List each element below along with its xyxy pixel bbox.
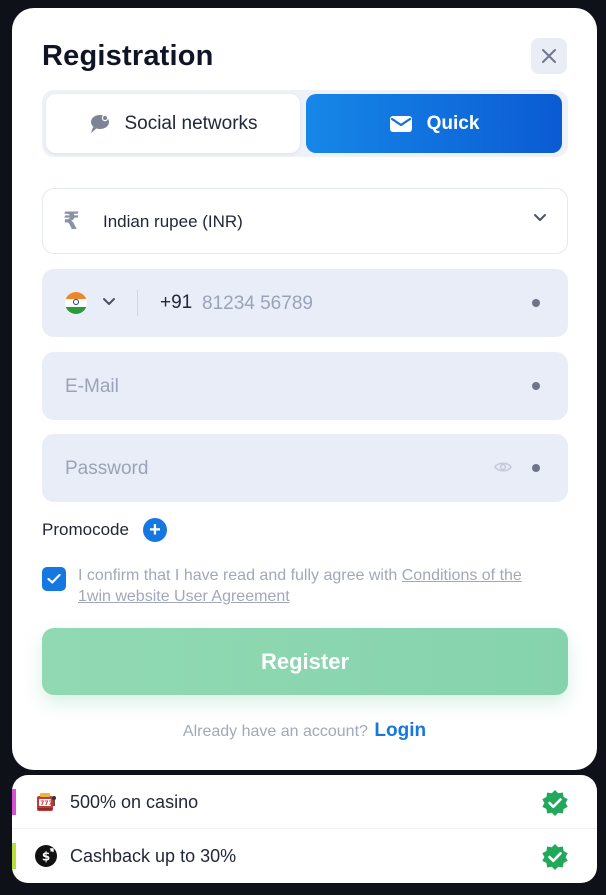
- bonus-label: 500% on casino: [70, 792, 199, 812]
- agreement-text: I confirm that I have read and fully agr…: [78, 565, 558, 607]
- checkmark-icon: [47, 573, 61, 584]
- bonus-label: Cashback up to 30%: [70, 846, 237, 866]
- country-chevron-down-icon[interactable]: [102, 297, 116, 307]
- eye-icon[interactable]: [494, 460, 512, 474]
- register-button[interactable]: Register: [42, 628, 568, 695]
- envelope-icon: [389, 115, 412, 132]
- tab-social-networks[interactable]: Social networks: [46, 94, 300, 153]
- login-link[interactable]: Login: [374, 720, 426, 741]
- india-flag-icon[interactable]: [65, 292, 87, 314]
- phone-input[interactable]: [202, 291, 502, 317]
- bonus-accent-bar: [12, 843, 16, 869]
- bonus-panel: 777 500% on casino $ Cashback up to 30%: [12, 775, 597, 883]
- bonus-item: $ Cashback up to 30%: [12, 829, 597, 883]
- svg-text:$: $: [42, 850, 50, 864]
- required-dot-icon: [532, 464, 540, 472]
- email-input[interactable]: [65, 374, 505, 400]
- verified-check-icon: [542, 844, 568, 870]
- bonus-accent-bar: [12, 789, 16, 815]
- required-dot-icon: [532, 382, 540, 390]
- password-field: [42, 434, 568, 502]
- password-input[interactable]: [65, 456, 465, 482]
- tab-social-label: Social networks: [124, 112, 258, 134]
- email-field: [42, 352, 568, 420]
- rupee-icon: ₹: [63, 208, 80, 235]
- cashback-icon: $: [35, 845, 57, 867]
- chat-bubble-icon: [91, 114, 110, 133]
- currency-select[interactable]: ₹ Indian rupee (INR): [42, 188, 568, 254]
- verified-check-icon: [542, 790, 568, 816]
- bonus-item: 777 500% on casino: [12, 775, 597, 829]
- promocode-label: Promocode: [42, 520, 129, 539]
- close-icon: [542, 49, 556, 63]
- phone-field: +91: [42, 269, 568, 337]
- close-button[interactable]: [531, 38, 567, 74]
- svg-text:777: 777: [40, 800, 53, 807]
- phone-divider: [137, 290, 138, 316]
- agreement-checkbox[interactable]: [42, 567, 66, 591]
- plus-icon[interactable]: +: [142, 518, 167, 542]
- currency-label: Indian rupee (INR): [103, 212, 243, 231]
- chevron-down-icon: [534, 214, 546, 221]
- modal-title: Registration: [42, 40, 214, 72]
- promocode-row[interactable]: Promocode +: [42, 518, 167, 542]
- tab-quick-label: Quick: [426, 112, 480, 134]
- agreement-prefix: I confirm that I have read and fully agr…: [78, 567, 402, 584]
- required-dot-icon: [532, 299, 540, 307]
- phone-country-code: +91: [160, 292, 193, 313]
- registration-tabs: Social networks Quick: [42, 90, 568, 157]
- slot-machine-icon: 777: [37, 793, 56, 811]
- login-row: Already have an account? Login: [12, 720, 597, 742]
- login-prompt: Already have an account?: [182, 723, 368, 740]
- tab-quick[interactable]: Quick: [306, 94, 562, 153]
- registration-modal: Registration Social networks Quick ₹ Ind…: [12, 8, 597, 770]
